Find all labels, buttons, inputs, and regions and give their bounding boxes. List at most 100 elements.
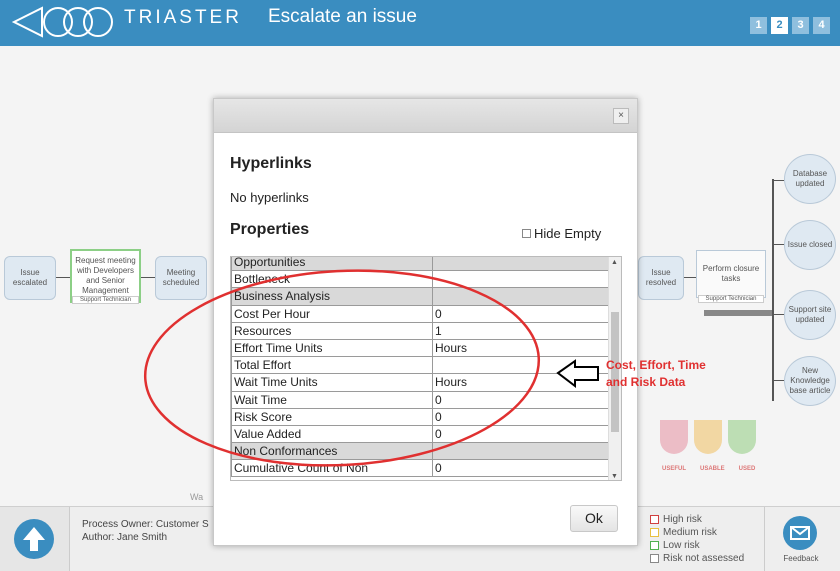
property-name: Total Effort [231,356,433,375]
shadow-bar [704,310,774,316]
risk-legend: High risk Medium risk Low risk Risk not … [650,513,744,565]
step-1-button[interactable]: 1 [750,17,767,34]
table-row: Resources 1 [231,321,609,340]
table-row: Wait Time Units Hours [231,373,609,392]
usefulness-logo [660,420,756,454]
table-row: Total Effort [231,356,609,375]
node-database-updated[interactable]: Database updated [784,154,836,204]
used-icon [728,420,756,454]
ok-button[interactable]: Ok [570,505,618,532]
property-value: 0 [432,424,609,444]
property-name: Effort Time Units [231,338,433,358]
branch-line [772,179,774,401]
hyperlinks-value: No hyperlinks [230,190,309,205]
annotation-line-1: Cost, Effort, Time [606,358,706,372]
table-row: Bottleneck [231,270,609,289]
connector [56,277,70,278]
legend-label: Low risk [663,540,700,551]
table-row: Cumulative Count of Non 0 [231,459,609,478]
dialog-titlebar: × [214,99,637,133]
legend-label: Risk not assessed [663,553,745,564]
legend-item: Low risk [650,539,744,552]
property-name: Wait Time Units [231,373,433,392]
author: Author: Jane Smith [82,532,168,543]
useful-label: USEFUL [662,466,686,472]
node-new-kb-article[interactable]: New Knowledge base article [784,356,836,406]
connector [774,314,784,315]
role-label: Support Technician [698,295,764,303]
step-4-button[interactable]: 4 [813,17,830,34]
used-label: USED [738,466,756,472]
legend-label: Medium risk [663,527,717,538]
role-label: Support Technician [72,296,139,304]
property-name: Non Conformances [231,442,433,461]
triaster-logo-icon [12,6,113,38]
process-owner: Process Owner: Customer S [82,519,209,530]
property-name: Risk Score [231,407,433,426]
connector [774,244,784,245]
scroll-down-icon[interactable]: ▼ [611,473,618,480]
low-risk-swatch [650,541,659,550]
envelope-icon [790,526,810,540]
hide-empty-label: Hide Empty [534,226,602,241]
hyperlinks-heading: Hyperlinks [230,155,312,172]
feedback-panel: Feedback [764,507,840,571]
usable-icon [694,420,722,454]
property-name: Value Added [231,424,433,444]
partial-label: Wa [190,492,204,502]
table-row: Risk Score 0 [231,407,609,426]
property-value [432,442,609,461]
connector [774,380,784,381]
page-title: Escalate an issue [268,6,417,27]
property-value: 1 [432,321,609,340]
node-perform-closure[interactable]: Perform closure tasks [696,250,766,298]
table-section-row: Business Analysis [231,287,609,306]
hide-empty-toggle[interactable]: Hide Empty [522,226,601,241]
property-value [432,257,609,272]
node-issue-closed[interactable]: Issue closed [784,220,836,270]
arrow-up-icon [23,527,45,551]
feedback-button[interactable] [783,516,817,550]
property-value: 0 [432,390,609,409]
table-row: Wait Time 0 [231,390,609,409]
step-3-button[interactable]: 3 [792,17,809,34]
hide-empty-checkbox[interactable] [522,229,531,238]
property-name: Resources [231,321,433,340]
property-value: 0 [432,304,609,323]
properties-table-container[interactable]: Opportunities Bottleneck Business Analysis… [230,256,622,481]
node-request-meeting[interactable]: Request meeting with Developers and Seni… [70,249,141,303]
usefulness-labels: USEFUL USABLE USED [662,466,755,472]
legend-item: High risk [650,513,744,526]
properties-table: Opportunities Bottleneck Business Analysis… [231,257,609,478]
property-name: Opportunities [231,257,433,272]
home-button[interactable] [14,519,54,559]
legend-item: Medium risk [650,526,744,539]
usable-label: USABLE [700,466,725,472]
legend-label: High risk [663,514,702,525]
table-row: Cost Per Hour 0 [231,304,609,323]
step-2-button[interactable]: 2 [771,17,788,34]
node-meeting-scheduled[interactable]: Meeting scheduled [155,256,207,300]
home-panel [0,507,70,571]
step-nav: 1 2 3 4 [750,17,830,34]
property-value: 0 [432,459,609,478]
scroll-up-icon[interactable]: ▲ [611,259,618,266]
high-risk-swatch [650,515,659,524]
medium-risk-swatch [650,528,659,537]
not-assessed-swatch [650,554,659,563]
property-name: Wait Time [231,390,433,409]
property-name: Cumulative Count of Non [231,459,433,478]
annotation-text: Cost, Effort, Time and Risk Data [606,357,706,391]
property-name: Bottleneck [231,270,433,289]
node-support-site-updated[interactable]: Support site updated [784,290,836,340]
table-section-row: Non Conformances [231,442,609,461]
property-value [432,287,609,306]
node-issue-escalated[interactable]: Issue escalated [4,256,56,300]
legend-item: Risk not assessed [650,552,744,565]
app-header: TRIASTER Escalate an issue 1 2 3 4 [0,0,840,46]
node-issue-resolved[interactable]: Issue resolved [638,256,684,300]
table-section-row: Opportunities [231,257,609,272]
process-info: Process Owner: Customer S Author: Jane S… [82,518,209,544]
property-value: 0 [432,407,609,426]
close-button[interactable]: × [613,108,629,124]
